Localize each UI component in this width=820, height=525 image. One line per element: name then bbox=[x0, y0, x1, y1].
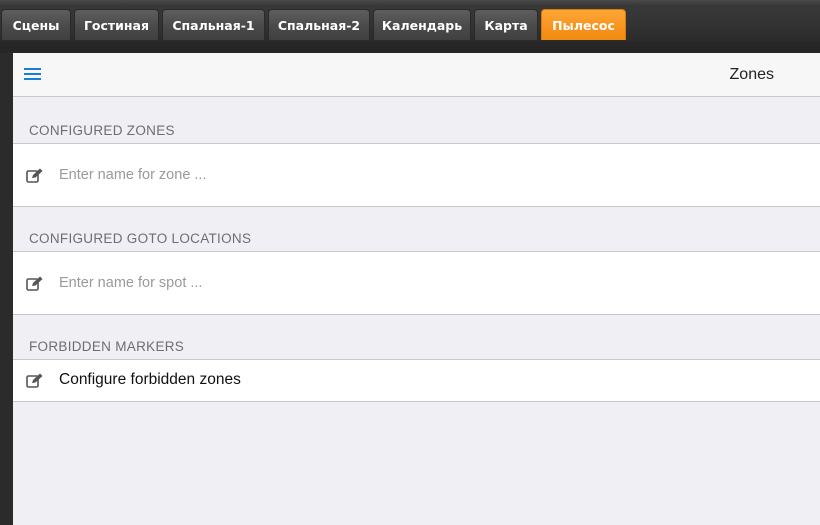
top-tab-bar: Сцены Гостиная Спальная-1 Спальная-2 Кал… bbox=[0, 0, 820, 42]
tab-living-room[interactable]: Гостиная bbox=[74, 9, 159, 40]
zone-name-row bbox=[13, 143, 820, 207]
top-strip bbox=[0, 0, 820, 5]
spot-name-input[interactable] bbox=[59, 252, 759, 314]
zone-name-input[interactable] bbox=[59, 144, 759, 206]
tab-content-border bbox=[0, 42, 820, 53]
edit-icon bbox=[26, 168, 44, 184]
page-title: Zones bbox=[729, 66, 774, 83]
tab-vacuum[interactable]: Пылесос bbox=[541, 9, 626, 40]
zones-panel: Zones CONFIGURED ZONES CONFIGURED GOTO L… bbox=[13, 53, 820, 525]
edit-icon bbox=[26, 373, 44, 389]
configure-forbidden-zones-label: Configure forbidden zones bbox=[59, 371, 241, 388]
left-gutter bbox=[0, 53, 13, 525]
section-title-configured-zones: CONFIGURED ZONES bbox=[29, 123, 175, 138]
edit-icon bbox=[26, 276, 44, 292]
tab-calendar[interactable]: Календарь bbox=[373, 9, 471, 40]
tab-map[interactable]: Карта bbox=[474, 9, 538, 40]
section-title-forbidden-markers: FORBIDDEN MARKERS bbox=[29, 339, 185, 354]
tab-scenes[interactable]: Сцены bbox=[1, 9, 71, 40]
section-title-goto-locations: CONFIGURED GOTO LOCATIONS bbox=[29, 231, 252, 246]
hamburger-menu-icon[interactable] bbox=[24, 67, 42, 81]
panel-header: Zones bbox=[13, 53, 820, 97]
tab-bedroom-2[interactable]: Спальная-2 bbox=[268, 9, 370, 40]
configure-forbidden-zones-item[interactable]: Configure forbidden zones bbox=[13, 359, 820, 402]
spot-name-row bbox=[13, 251, 820, 315]
tab-bedroom-1[interactable]: Спальная-1 bbox=[162, 9, 265, 40]
